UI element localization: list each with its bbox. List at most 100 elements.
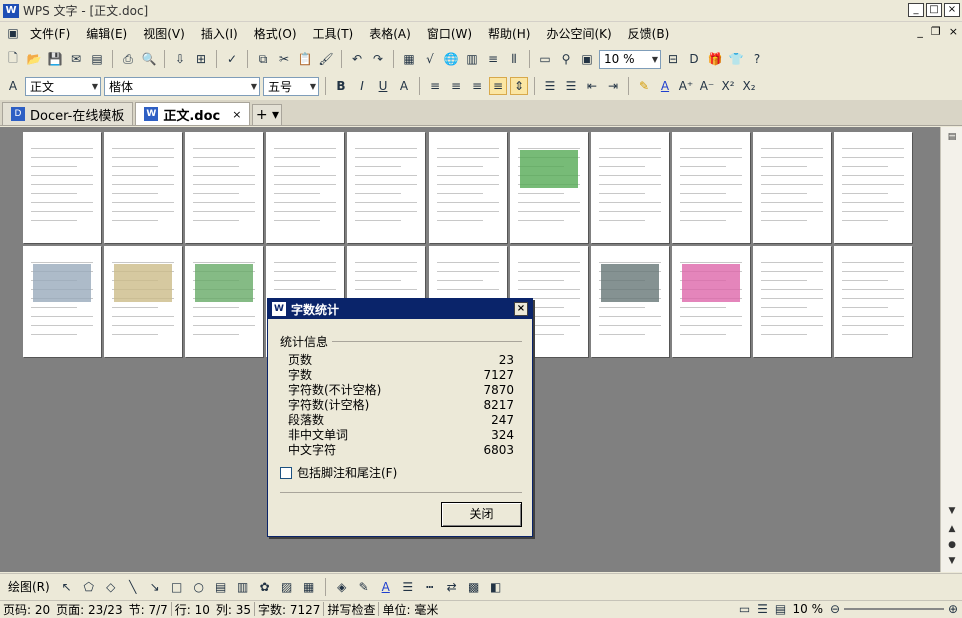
menu-insert[interactable]: 插入(I) — [193, 25, 246, 42]
align-left-icon[interactable]: ≡ — [426, 77, 444, 95]
close-tab-icon[interactable]: × — [232, 108, 241, 121]
menu-view[interactable]: 视图(V) — [135, 25, 193, 42]
arrow-style-icon[interactable]: ⇄ — [443, 578, 461, 596]
page-thumbnail[interactable] — [753, 246, 831, 357]
menu-office-space[interactable]: 办公空间(K) — [538, 25, 619, 42]
redo-icon[interactable]: ↷ — [369, 50, 387, 68]
help-icon[interactable]: ? — [748, 50, 766, 68]
checkbox-box[interactable] — [280, 466, 292, 479]
zoom-slider[interactable] — [844, 608, 944, 610]
doc-close-button[interactable]: × — [949, 25, 958, 38]
page-thumbnail[interactable] — [23, 246, 101, 357]
page-thumbnail[interactable] — [591, 246, 669, 357]
fit-page-icon[interactable]: ▣ — [578, 50, 596, 68]
print-preview-icon[interactable]: 🔍 — [140, 50, 158, 68]
task-pane-icon[interactable]: ▤ — [944, 129, 960, 145]
next-page-icon[interactable]: ▼ — [944, 553, 960, 569]
close-button[interactable]: 关闭 — [441, 502, 522, 527]
superscript-icon[interactable]: X² — [719, 77, 737, 95]
diagram-icon[interactable]: ▦ — [300, 578, 318, 596]
italic-icon[interactable]: I — [353, 77, 371, 95]
page-thumbnail[interactable] — [266, 132, 344, 243]
text-color-icon[interactable]: A — [377, 578, 395, 596]
table-icon[interactable]: ▦ — [400, 50, 418, 68]
new-document-icon[interactable]: 🗋 — [4, 50, 22, 68]
numbering-icon[interactable]: ☰ — [541, 77, 559, 95]
page-thumbnail[interactable] — [185, 246, 263, 357]
status-unit[interactable]: 单位: 毫米 — [379, 601, 441, 618]
page-thumbnail[interactable] — [347, 132, 425, 243]
font-color-a-icon[interactable]: A — [395, 77, 413, 95]
zoom-out-icon[interactable]: ⊖ — [826, 600, 844, 618]
close-window-button[interactable]: × — [944, 3, 960, 17]
pin-icon[interactable]: ⚲ — [557, 50, 575, 68]
page-thumbnail[interactable] — [591, 132, 669, 243]
style-combo[interactable]: 正文 ▼ — [25, 76, 101, 96]
print-icon[interactable]: ⎙ — [119, 50, 137, 68]
ellipse-icon[interactable]: ○ — [190, 578, 208, 596]
draw-menu[interactable]: 绘图(R) — [4, 578, 54, 595]
arrow-icon[interactable]: ↘ — [146, 578, 164, 596]
gift-icon[interactable]: 🎁 — [706, 50, 724, 68]
fill-color-icon[interactable]: ◈ — [333, 578, 351, 596]
export-icon[interactable]: ⇩ — [171, 50, 189, 68]
menu-help[interactable]: 帮助(H) — [480, 25, 538, 42]
copy-icon[interactable]: ⧉ — [254, 50, 272, 68]
underline-icon[interactable]: U — [374, 77, 392, 95]
bullets-icon[interactable]: ☰ — [562, 77, 580, 95]
bold-icon[interactable]: B — [332, 77, 350, 95]
page-thumbnail[interactable] — [834, 132, 912, 243]
shapes-icon[interactable]: ⬠ — [80, 578, 98, 596]
clipart-icon[interactable]: ✿ — [256, 578, 274, 596]
page-thumbnail[interactable] — [672, 132, 750, 243]
menu-tools[interactable]: 工具(T) — [305, 25, 362, 42]
page-thumbnail[interactable] — [672, 246, 750, 357]
zoom-in-icon[interactable]: ⊕ — [944, 600, 962, 618]
justify-icon[interactable]: ≡ — [489, 77, 507, 95]
page-thumbnail[interactable] — [753, 132, 831, 243]
select-arrow-icon[interactable]: ↖ — [58, 578, 76, 596]
align-right-icon[interactable]: ≡ — [468, 77, 486, 95]
styles-icon[interactable]: A — [4, 77, 22, 95]
font-color-icon[interactable]: A — [656, 77, 674, 95]
line-style-icon[interactable]: ☰ — [399, 578, 417, 596]
dialog-close-icon[interactable]: × — [514, 302, 528, 316]
menu-edit[interactable]: 编辑(E) — [78, 25, 135, 42]
outline-view-icon[interactable]: ☰ — [754, 600, 772, 618]
grow-font-icon[interactable]: A⁺ — [677, 77, 695, 95]
page-thumbnail[interactable] — [185, 132, 263, 243]
3d-icon[interactable]: ◧ — [487, 578, 505, 596]
tab-docer[interactable]: D Docer-在线模板 — [2, 102, 134, 125]
prev-page-icon[interactable]: ▲ — [944, 521, 960, 537]
shrink-font-icon[interactable]: A⁻ — [698, 77, 716, 95]
save-icon[interactable]: 💾 — [46, 50, 64, 68]
columns-icon[interactable]: ≡ — [484, 50, 502, 68]
paste-icon[interactable]: 📋 — [296, 50, 314, 68]
globe-icon[interactable]: 🌐 — [442, 50, 460, 68]
page-setup-icon[interactable]: ⊞ — [192, 50, 210, 68]
subscript-icon[interactable]: X₂ — [740, 77, 758, 95]
minimize-button[interactable]: _ — [908, 3, 924, 17]
menu-file[interactable]: 文件(F) — [22, 25, 78, 42]
menu-format[interactable]: 格式(O) — [246, 25, 305, 42]
page-thumbnail[interactable] — [104, 246, 182, 357]
font-combo[interactable]: 楷体 ▼ — [104, 76, 260, 96]
status-word-count[interactable]: 字数: 7127 — [255, 601, 323, 618]
browse-object-icon[interactable]: ● — [944, 537, 960, 553]
decrease-indent-icon[interactable]: ⇤ — [583, 77, 601, 95]
page-thumbnail[interactable] — [834, 246, 912, 357]
shadow-icon[interactable]: ▩ — [465, 578, 483, 596]
new-tab-button[interactable]: + ▾ — [252, 104, 283, 125]
docer-icon[interactable]: D — [685, 50, 703, 68]
page-thumbnail[interactable] — [429, 132, 507, 243]
font-size-combo[interactable]: 五号 ▼ — [263, 76, 319, 96]
page-thumbnail[interactable] — [104, 132, 182, 243]
format-painter-icon[interactable]: 🖌 — [317, 50, 335, 68]
line-spacing-icon[interactable]: ⇕ — [510, 77, 528, 95]
autoshapes-icon[interactable]: ◇ — [102, 578, 120, 596]
page-thumbnail[interactable] — [510, 132, 588, 243]
chart-icon[interactable]: ⫴ — [505, 50, 523, 68]
page-thumbnail[interactable] — [23, 132, 101, 243]
undo-icon[interactable]: ↶ — [348, 50, 366, 68]
picture-icon[interactable]: ▨ — [278, 578, 296, 596]
